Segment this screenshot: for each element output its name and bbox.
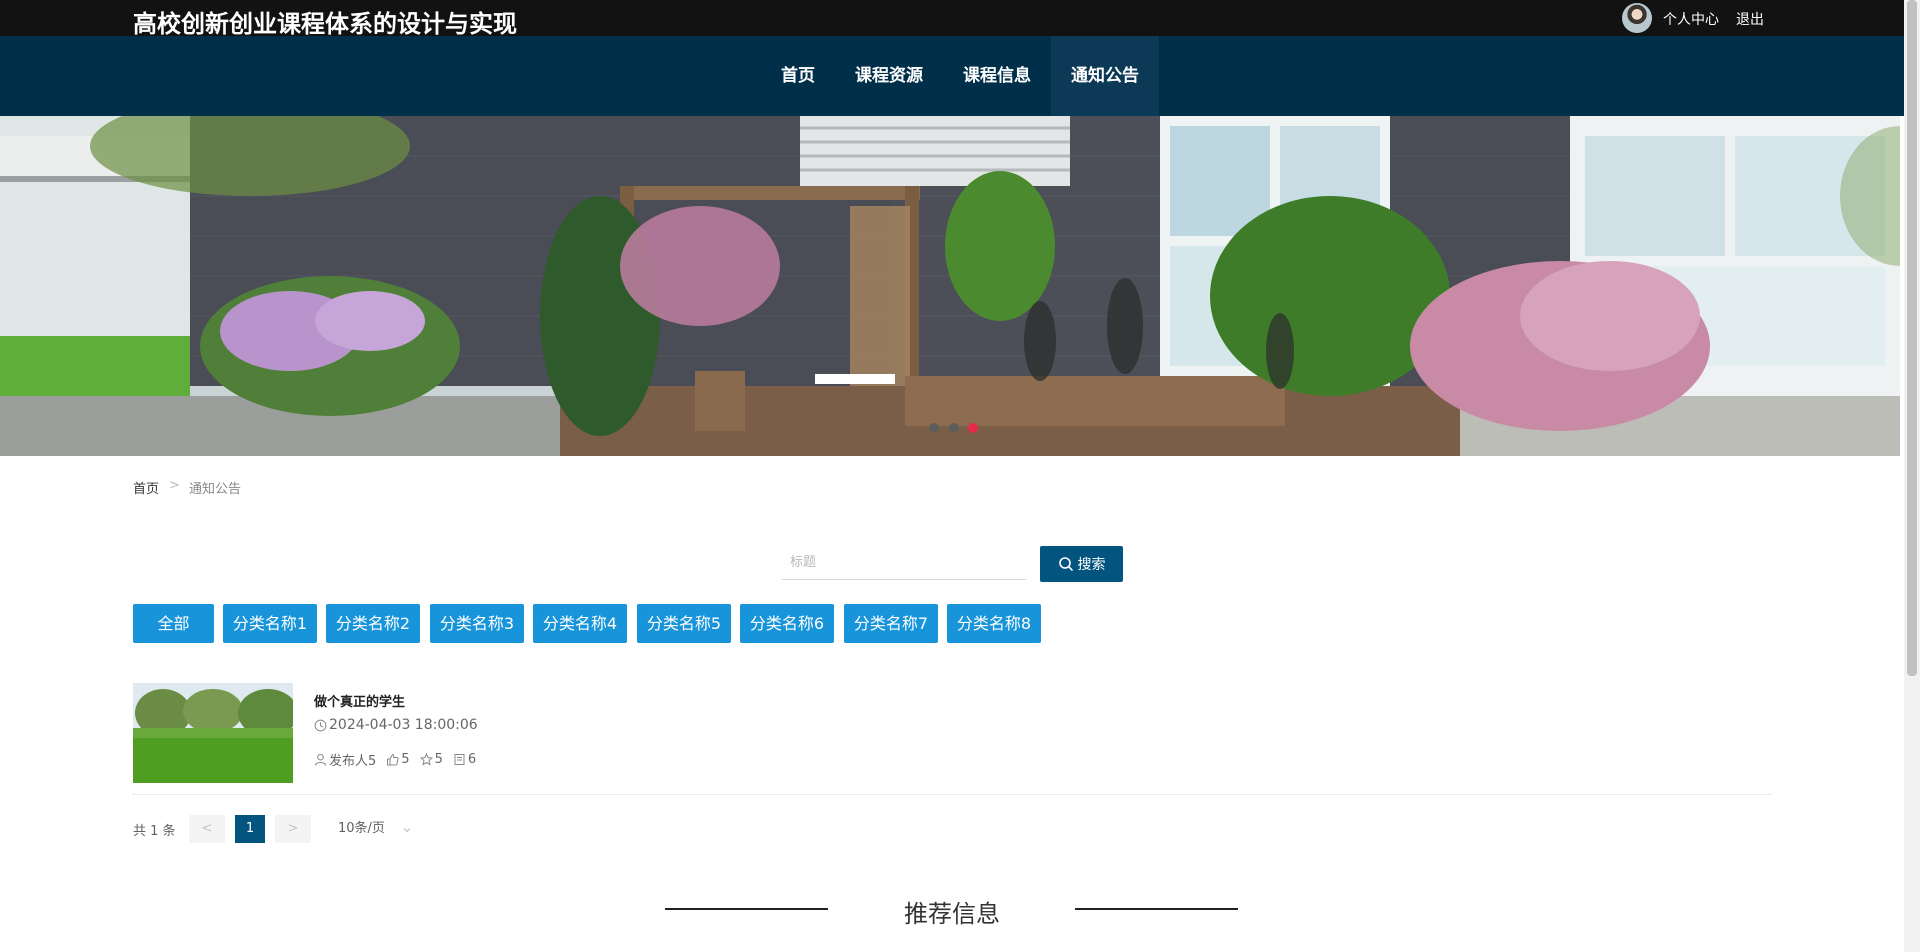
list-item-favorites: 5 (434, 752, 443, 767)
nav-item-notices[interactable]: 通知公告 (1051, 36, 1159, 116)
recommend-title: 推荐信息 (904, 900, 1000, 928)
thumbs-up-icon (387, 753, 399, 766)
scrollbar-thumb[interactable] (1907, 0, 1917, 676)
nav-item-course-resources[interactable]: 课程资源 (840, 36, 938, 116)
search-button[interactable]: 搜索 (1040, 546, 1123, 582)
clock-icon (314, 719, 327, 731)
category-6[interactable]: 分类名称6 (740, 604, 834, 643)
pagination-prev-button[interactable]: < (189, 815, 225, 843)
nav-item-course-info[interactable]: 课程信息 (948, 36, 1046, 116)
breadcrumb-home[interactable]: 首页 (133, 478, 159, 497)
list-item-time-text: 2024-04-03 18:00:06 (329, 717, 478, 733)
list-item-title[interactable]: 做个真正的学生 (314, 691, 405, 710)
user-center-link[interactable]: 个人中心 (1663, 9, 1719, 29)
search-icon (1058, 557, 1073, 571)
category-3[interactable]: 分类名称3 (430, 604, 524, 643)
site-title: 高校创新创业课程体系的设计与实现 (133, 10, 517, 38)
user-icon (315, 753, 326, 766)
chevron-down-icon (403, 828, 411, 833)
list-item-publisher: 发布人5 (329, 754, 377, 769)
recommend-line-right (1075, 908, 1238, 910)
page-size-value: 10条/页 (338, 821, 385, 836)
avatar[interactable] (1622, 3, 1652, 33)
banner-image (0, 116, 1900, 456)
carousel-dot-3-active[interactable] (968, 423, 978, 433)
category-1[interactable]: 分类名称1 (223, 604, 317, 643)
category-7[interactable]: 分类名称7 (844, 604, 938, 643)
list-item-likes: 5 (401, 752, 410, 767)
list-item-thumbnail[interactable] (133, 683, 293, 783)
search-input[interactable] (782, 546, 1026, 580)
category-4[interactable]: 分类名称4 (533, 604, 627, 643)
banner-carousel[interactable] (0, 116, 1900, 456)
list-item-comments: 6 (467, 752, 477, 767)
list-item-meta: 发布人5 5 5 6 (314, 750, 486, 769)
pagination-page-1[interactable]: 1 (235, 815, 265, 843)
pagination-total: 共 1 条 (133, 824, 176, 839)
page-size-select[interactable]: 10条/页 (338, 815, 416, 843)
search-button-label: 搜索 (1077, 557, 1106, 573)
star-icon (419, 753, 433, 766)
comment-icon (454, 754, 465, 765)
pagination-next-button[interactable]: > (275, 815, 311, 843)
nav-item-home[interactable]: 首页 (764, 36, 832, 116)
category-all[interactable]: 全部 (133, 604, 214, 643)
breadcrumb-current: 通知公告 (189, 482, 242, 497)
carousel-dot-1[interactable] (929, 423, 939, 433)
category-2[interactable]: 分类名称2 (326, 604, 420, 643)
list-item-time: 2024-04-03 18:00:06 (314, 717, 478, 733)
category-8[interactable]: 分类名称8 (947, 604, 1041, 643)
list-divider (133, 794, 1771, 795)
category-5[interactable]: 分类名称5 (637, 604, 731, 643)
logout-link[interactable]: 退出 (1736, 9, 1764, 29)
breadcrumb-separator: > (169, 478, 180, 493)
thumbnail-image (133, 683, 293, 783)
carousel-dot-2[interactable] (949, 423, 959, 433)
